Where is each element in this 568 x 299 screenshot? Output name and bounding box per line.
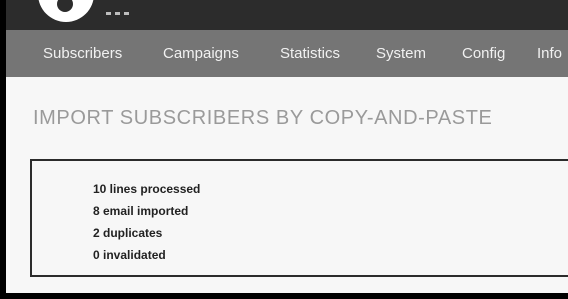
import-result-list: 10 lines processed 8 email imported 2 du… — [93, 178, 200, 266]
nav-item-subscribers[interactable]: Subscribers — [43, 45, 122, 62]
app-name-clipped — [106, 2, 166, 15]
app-window: Subscribers Campaigns Statistics System … — [6, 0, 568, 293]
app-logo-icon[interactable] — [38, 0, 94, 22]
nav-item-campaigns[interactable]: Campaigns — [163, 45, 239, 62]
result-duplicates: 2 duplicates — [93, 226, 163, 240]
result-invalidated: 0 invalidated — [93, 248, 166, 262]
nav-item-config[interactable]: Config — [462, 45, 505, 62]
nav-item-system[interactable]: System — [376, 45, 426, 62]
main-navigation: Subscribers Campaigns Statistics System … — [6, 30, 568, 77]
result-emails-imported: 8 email imported — [93, 204, 189, 218]
result-lines-processed: 10 lines processed — [93, 182, 201, 196]
top-header-bar — [6, 0, 568, 30]
nav-item-statistics[interactable]: Statistics — [280, 45, 340, 62]
main-content: IMPORT SUBSCRIBERS BY COPY-AND-PASTE 10 … — [6, 77, 568, 293]
import-result-panel: 10 lines processed 8 email imported 2 du… — [30, 159, 568, 277]
nav-item-info[interactable]: Info — [537, 45, 562, 62]
page-title: IMPORT SUBSCRIBERS BY COPY-AND-PASTE — [33, 107, 493, 129]
